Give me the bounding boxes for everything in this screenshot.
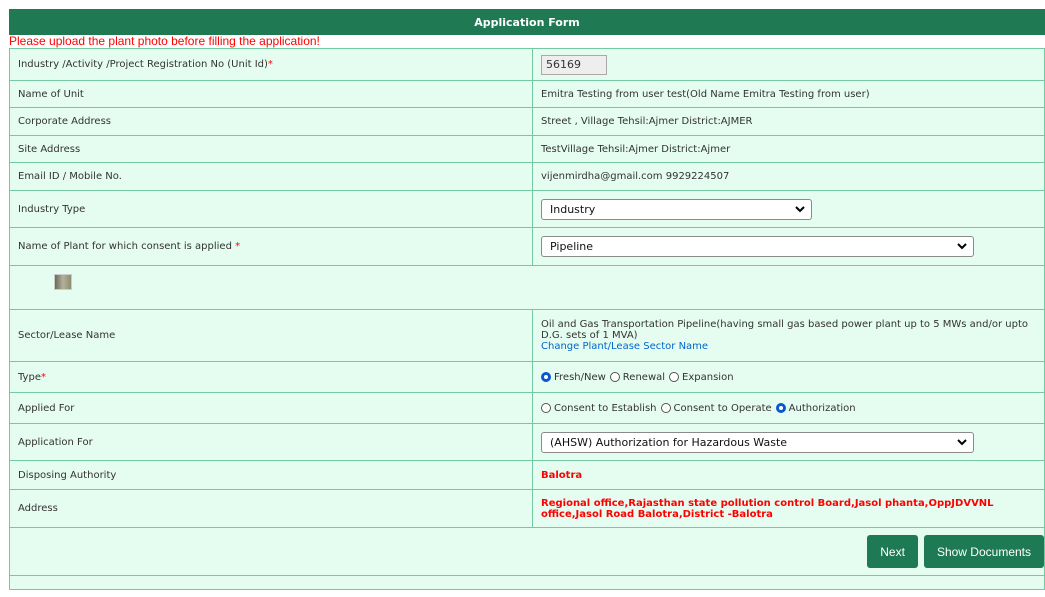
email-mobile-value: vijenmirdha@gmail.com 9929224507 bbox=[532, 162, 1045, 191]
photo-warning: Please upload the plant photo before fil… bbox=[9, 34, 320, 48]
sector-value: Oil and Gas Transportation Pipeline(havi… bbox=[541, 319, 1028, 341]
row-sector: Sector/Lease Name Oil and Gas Transporta… bbox=[9, 309, 1045, 362]
row-plant-name: Name of Plant for which consent is appli… bbox=[9, 227, 1045, 266]
plant-name-select[interactable]: Pipeline bbox=[541, 236, 974, 257]
address-label: Address bbox=[9, 489, 533, 528]
radio-checked-icon bbox=[541, 372, 551, 382]
row-unit-name: Name of Unit Emitra Testing from user te… bbox=[9, 80, 1045, 108]
radio-authorization[interactable]: Authorization bbox=[775, 403, 856, 414]
radio-unchecked-icon bbox=[541, 403, 551, 413]
plant-photo-thumbnail[interactable] bbox=[54, 274, 72, 290]
sector-label: Sector/Lease Name bbox=[9, 309, 533, 362]
unit-name-label: Name of Unit bbox=[9, 80, 533, 108]
required-mark: * bbox=[40, 371, 46, 383]
row-address: Address Regional office,Rajasthan state … bbox=[9, 489, 1045, 528]
type-label: Type bbox=[18, 371, 41, 383]
next-button[interactable]: Next bbox=[867, 535, 918, 568]
corporate-address-value: Street , Village Tehsil:Ajmer District:A… bbox=[532, 107, 1045, 136]
row-plant-photo bbox=[9, 265, 1045, 310]
industry-type-selected: Industry bbox=[550, 202, 596, 216]
required-mark: * bbox=[235, 241, 241, 252]
application-for-selected: (AHSW) Authorization for Hazardous Waste bbox=[550, 435, 788, 449]
unit-id-label: Industry /Activity /Project Registration… bbox=[18, 59, 268, 70]
radio-unchecked-icon bbox=[609, 372, 620, 382]
change-sector-link[interactable]: Change Plant/Lease Sector Name bbox=[541, 341, 1036, 352]
form-title: Application Form bbox=[474, 15, 580, 29]
radio-fresh-new[interactable]: Fresh/New bbox=[541, 372, 606, 383]
unit-id-input[interactable] bbox=[541, 54, 607, 75]
row-industry-type: Industry Type Industry bbox=[9, 190, 1045, 228]
row-application-for: Application For (AHSW) Authorization for… bbox=[9, 423, 1045, 461]
row-email-mobile: Email ID / Mobile No. vijenmirdha@gmail.… bbox=[9, 162, 1045, 191]
row-corporate-address: Corporate Address Street , Village Tehsi… bbox=[9, 107, 1045, 136]
radio-unchecked-icon bbox=[660, 403, 671, 413]
plant-name-label: Name of Plant for which consent is appli… bbox=[18, 241, 232, 252]
row-disposing-authority: Disposing Authority Balotra bbox=[9, 460, 1045, 490]
chevron-down-icon bbox=[957, 438, 967, 445]
unit-name-value: Emitra Testing from user test(Old Name E… bbox=[532, 80, 1045, 108]
form-header: Application Form bbox=[9, 9, 1045, 35]
type-radio-group: Fresh/New Renewal Expansion bbox=[541, 372, 1036, 383]
corporate-address-label: Corporate Address bbox=[9, 107, 533, 136]
row-empty bbox=[9, 575, 1045, 590]
radio-expansion[interactable]: Expansion bbox=[669, 372, 734, 383]
radio-unchecked-icon bbox=[669, 372, 680, 382]
address-value: Regional office,Rajasthan state pollutio… bbox=[532, 489, 1045, 528]
radio-checked-icon bbox=[775, 403, 786, 413]
chevron-down-icon bbox=[957, 243, 967, 250]
radio-renewal[interactable]: Renewal bbox=[609, 372, 665, 383]
disposing-authority-label: Disposing Authority bbox=[9, 460, 533, 490]
application-for-label: Application For bbox=[9, 423, 533, 461]
chevron-down-icon bbox=[795, 205, 805, 212]
show-documents-button[interactable]: Show Documents bbox=[923, 535, 1044, 568]
industry-type-label: Industry Type bbox=[9, 190, 533, 228]
site-address-value: TestVillage Tehsil:Ajmer District:Ajmer bbox=[532, 135, 1045, 163]
email-mobile-label: Email ID / Mobile No. bbox=[9, 162, 533, 191]
row-type: Type* Fresh/New Renewal Expansion bbox=[9, 361, 1045, 393]
site-address-label: Site Address bbox=[9, 135, 533, 163]
plant-name-selected: Pipeline bbox=[550, 240, 594, 253]
applied-for-label: Applied For bbox=[9, 392, 533, 424]
application-for-select[interactable]: (AHSW) Authorization for Hazardous Waste bbox=[541, 431, 974, 453]
row-site-address: Site Address TestVillage Tehsil:Ajmer Di… bbox=[9, 135, 1045, 163]
industry-type-select[interactable]: Industry bbox=[541, 198, 812, 220]
applied-for-radio-group: Consent to Establish Consent to Operate … bbox=[541, 403, 1036, 414]
required-mark: * bbox=[267, 59, 273, 70]
radio-consent-operate[interactable]: Consent to Operate bbox=[660, 403, 772, 414]
row-unit-id: Industry /Activity /Project Registration… bbox=[9, 48, 1045, 81]
radio-consent-establish[interactable]: Consent to Establish bbox=[541, 403, 657, 414]
row-actions: Next Show Documents bbox=[9, 527, 1045, 576]
application-form-table: Industry /Activity /Project Registration… bbox=[9, 48, 1045, 590]
disposing-authority-value: Balotra bbox=[532, 460, 1045, 490]
row-applied-for: Applied For Consent to Establish Consent… bbox=[9, 392, 1045, 424]
